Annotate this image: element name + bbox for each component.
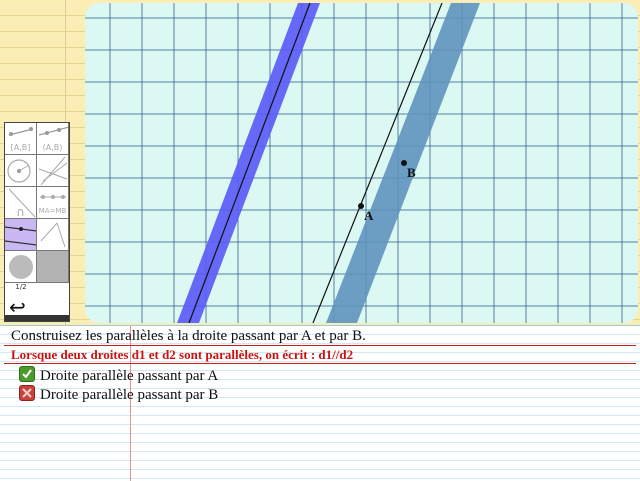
gray-square-icon <box>37 251 69 283</box>
definition-text: Lorsque deux droites d1 et d2 sont paral… <box>11 347 354 362</box>
geometry-canvas[interactable]: A B <box>85 3 638 323</box>
parallel-tool[interactable] <box>5 219 37 251</box>
ray-tool[interactable]: (A,B) <box>37 123 69 155</box>
point-a-label: A <box>364 208 374 223</box>
fill-tool[interactable] <box>5 251 37 283</box>
task-label-a: Droite parallèle passant par A <box>40 368 219 384</box>
instruction-text: Construisez les parallèles à la droite p… <box>11 328 366 344</box>
reference-line[interactable] <box>188 3 311 323</box>
task-item-a: Droite parallèle passant par A <box>19 366 218 385</box>
perpendicular-tool[interactable] <box>37 155 69 187</box>
compass-tool[interactable] <box>37 219 69 251</box>
segment-tool[interactable]: [A,B] <box>5 123 37 155</box>
ray-tool-label: (A,B) <box>42 143 63 152</box>
page-indicator: 1/2 <box>15 283 27 291</box>
point-b-label: B <box>407 165 416 180</box>
segment-tool-label: [A,B] <box>10 143 31 152</box>
task-item-b: Droite parallèle passant par B <box>19 385 218 404</box>
tool-palette: [A,B] (A,B) ∩ MA=MB 1/2 ↩ <box>4 122 70 322</box>
midpoint-tool-label: MA=MB <box>38 207 67 215</box>
angle-tool[interactable]: ∩ <box>5 187 37 219</box>
gray-tool[interactable] <box>37 251 69 283</box>
angle-tool-label: ∩ <box>16 205 25 219</box>
parallel-lines-icon <box>5 226 36 246</box>
red-rule-top <box>4 345 636 346</box>
perpendicular-icon <box>38 156 68 186</box>
red-rule-bottom <box>4 363 636 364</box>
check-icon <box>19 366 35 382</box>
compass-icon <box>40 222 66 248</box>
fill-disc-icon <box>9 255 33 279</box>
palette-footer <box>5 315 69 321</box>
circle-tool[interactable] <box>5 155 37 187</box>
task-label-b: Droite parallèle passant par B <box>40 387 219 403</box>
circle-icon <box>7 159 31 183</box>
midpoint-equal-tool[interactable]: MA=MB <box>37 187 69 219</box>
cross-icon <box>19 385 35 401</box>
geometry-drawing[interactable]: A B <box>85 3 638 323</box>
parallel-line-through-a[interactable] <box>312 3 443 323</box>
instructions-panel: Construisez les parallèles à la droite p… <box>0 325 640 481</box>
reference-line-band[interactable] <box>177 3 320 323</box>
